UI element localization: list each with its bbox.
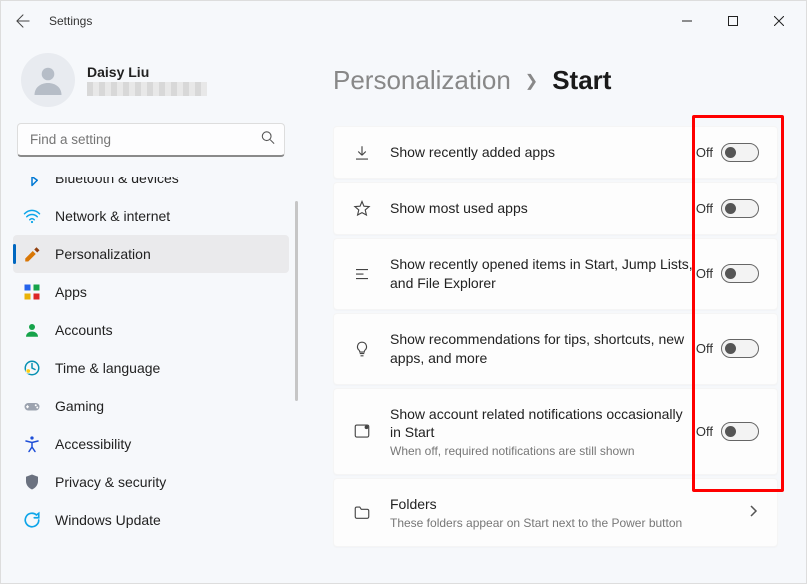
sidebar-item-accessibility[interactable]: Accessibility (13, 425, 289, 463)
window-title: Settings (49, 14, 92, 28)
sidebar-item-label: Time & language (55, 360, 160, 376)
setting-row-0[interactable]: Show recently added appsOff (333, 126, 778, 179)
setting-row-2[interactable]: Show recently opened items in Start, Jum… (333, 238, 778, 310)
update-icon (23, 511, 41, 529)
breadcrumb-current: Start (552, 65, 611, 96)
sidebar-item-label: Bluetooth & devices (55, 177, 179, 186)
search-input[interactable] (17, 123, 285, 157)
sidebar-item-personalization[interactable]: Personalization (13, 235, 289, 273)
breadcrumb-prev[interactable]: Personalization (333, 65, 511, 96)
user-icon (30, 62, 66, 98)
toggle-switch[interactable] (721, 143, 759, 162)
profile-info: Daisy Liu (87, 64, 207, 96)
chevron-right-icon (749, 504, 759, 522)
toggle-status: Off (696, 145, 713, 160)
sidebar-item-label: Privacy & security (55, 474, 166, 490)
titlebar: Settings (1, 1, 806, 41)
search-wrap (17, 123, 285, 157)
sidebar-item-label: Accounts (55, 322, 113, 338)
star-icon (352, 200, 372, 218)
row-title: Show account related notifications occas… (390, 405, 696, 443)
nav-list: Bluetooth & devices Network & internet Per… (13, 177, 289, 539)
sidebar-item-label: Windows Update (55, 512, 161, 528)
sidebar-item-label: Gaming (55, 398, 104, 414)
personalization-icon (23, 245, 41, 263)
accessibility-icon (23, 435, 41, 453)
row-title: Show most used apps (390, 199, 696, 218)
row-title: Show recently opened items in Start, Jum… (390, 255, 696, 293)
sidebar-item-network[interactable]: Network & internet (13, 197, 289, 235)
row-texts: Show account related notifications occas… (390, 405, 696, 459)
minimize-button[interactable] (664, 6, 710, 36)
bluetooth-icon (23, 177, 41, 187)
settings-list: Show recently added appsOffShow most use… (333, 126, 778, 547)
back-arrow-icon (16, 14, 30, 28)
sidebar-item-time[interactable]: Time & language (13, 349, 289, 387)
download-icon (352, 144, 372, 162)
setting-row-3[interactable]: Show recommendations for tips, shortcuts… (333, 313, 778, 385)
row-subtitle: These folders appear on Start next to th… (390, 516, 737, 530)
maximize-icon (728, 16, 738, 26)
toggle-switch[interactable] (721, 422, 759, 441)
notification-icon (352, 422, 372, 440)
maximize-button[interactable] (710, 6, 756, 36)
sidebar-item-gaming[interactable]: Gaming (13, 387, 289, 425)
toggle-status: Off (696, 341, 713, 356)
setting-row-1[interactable]: Show most used appsOff (333, 182, 778, 235)
sidebar: Daisy Liu Bluetooth & devices Network & i… (1, 41, 301, 583)
main-content: Personalization ❯ Start Show recently ad… (301, 41, 806, 583)
row-texts: Show recommendations for tips, shortcuts… (390, 330, 696, 368)
profile-email-redacted (87, 82, 207, 96)
bulb-icon (352, 340, 372, 358)
search-icon (261, 131, 275, 150)
back-button[interactable] (5, 3, 41, 39)
sidebar-item-privacy[interactable]: Privacy & security (13, 463, 289, 501)
time-icon (23, 359, 41, 377)
row-title: Show recommendations for tips, shortcuts… (390, 330, 696, 368)
gaming-icon (23, 397, 41, 415)
sidebar-item-apps[interactable]: Apps (13, 273, 289, 311)
sidebar-item-label: Accessibility (55, 436, 131, 452)
accounts-icon (23, 321, 41, 339)
network-icon (23, 207, 41, 225)
window-controls (664, 6, 802, 36)
privacy-icon (23, 473, 41, 491)
profile-section[interactable]: Daisy Liu (13, 41, 289, 123)
row-texts: Show most used apps (390, 199, 696, 218)
avatar (21, 53, 75, 107)
apps-icon (23, 283, 41, 301)
sidebar-item-accounts[interactable]: Accounts (13, 311, 289, 349)
toggle-switch[interactable] (721, 339, 759, 358)
minimize-icon (682, 16, 692, 26)
toggle-status: Off (696, 201, 713, 216)
sidebar-item-update[interactable]: Windows Update (13, 501, 289, 539)
row-subtitle: When off, required notifications are sti… (390, 444, 696, 458)
toggle-status: Off (696, 424, 713, 439)
sidebar-item-label: Personalization (55, 246, 151, 262)
sidebar-item-label: Network & internet (55, 208, 170, 224)
toggle-status: Off (696, 266, 713, 281)
toggle-switch[interactable] (721, 264, 759, 283)
breadcrumb: Personalization ❯ Start (333, 65, 778, 96)
row-title: Folders (390, 495, 737, 514)
profile-name: Daisy Liu (87, 64, 207, 80)
row-title: Show recently added apps (390, 143, 696, 162)
close-button[interactable] (756, 6, 802, 36)
list-icon (352, 265, 372, 283)
sidebar-scrollbar[interactable] (295, 201, 298, 401)
sidebar-item-bluetooth[interactable]: Bluetooth & devices (13, 177, 289, 197)
close-icon (774, 16, 784, 26)
row-texts: Show recently added apps (390, 143, 696, 162)
setting-row-5[interactable]: Folders These folders appear on Start nex… (333, 478, 778, 547)
chevron-right-icon: ❯ (525, 71, 538, 91)
toggle-switch[interactable] (721, 199, 759, 218)
row-texts: Show recently opened items in Start, Jum… (390, 255, 696, 293)
row-texts: Folders These folders appear on Start nex… (390, 495, 737, 530)
setting-row-4[interactable]: Show account related notifications occas… (333, 388, 778, 476)
sidebar-item-label: Apps (55, 284, 87, 300)
folder-icon (352, 504, 372, 522)
